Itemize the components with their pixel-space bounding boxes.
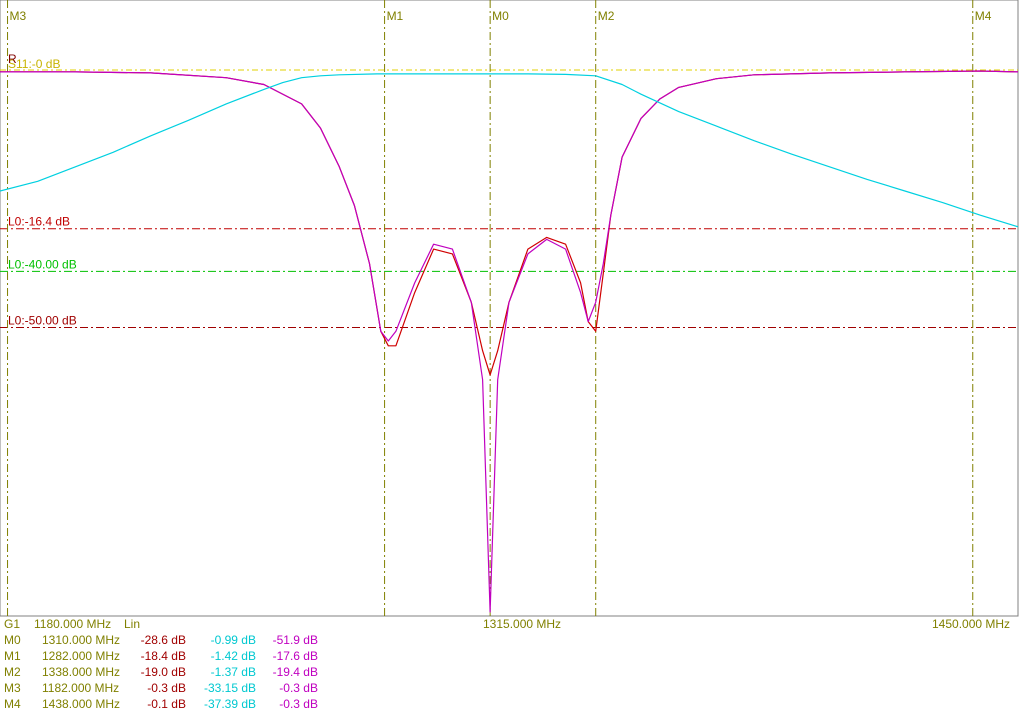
- x-start-label: 1180.000 MHz: [34, 617, 111, 631]
- marker-frequency: 1182.000 MHz: [42, 681, 120, 695]
- marker-value-s11: -18.4 dB: [140, 649, 186, 663]
- group-label: G1: [4, 617, 20, 631]
- marker-value-s21: -37.39 dB: [204, 697, 257, 711]
- limit-line-label: L0:-40.00 dB: [8, 257, 77, 271]
- marker-name: M1: [4, 649, 21, 663]
- marker-value-s11: -0.3 dB: [147, 681, 186, 695]
- plot-frame: [0, 0, 1019, 617]
- marker-value-s11: -0.1 dB: [147, 697, 186, 711]
- marker-label: M4: [975, 9, 992, 23]
- marker-value-s21: -1.37 dB: [210, 665, 256, 679]
- reference-marker: R: [8, 52, 17, 66]
- marker-label: M0: [492, 9, 509, 23]
- marker-value-s22: -0.3 dB: [279, 681, 318, 695]
- x-stop-label: 1450.000 MHz: [932, 617, 1010, 631]
- marker-name: M2: [4, 665, 21, 679]
- marker-value-s21: -1.42 dB: [210, 649, 256, 663]
- x-scale-label: Lin: [124, 617, 140, 631]
- marker-frequency: 1282.000 MHz: [42, 649, 121, 663]
- marker-value-s22: -17.6 dB: [272, 649, 318, 663]
- limit-line-label: L0:-50.00 dB: [8, 313, 77, 327]
- marker-label: M3: [10, 9, 27, 23]
- marker-name: M4: [4, 697, 21, 711]
- marker-name: M0: [4, 633, 21, 647]
- marker-value-s21: -0.99 dB: [210, 633, 256, 647]
- marker-label: M1: [387, 9, 404, 23]
- marker-label: M2: [598, 9, 615, 23]
- marker-value-s11: -19.0 dB: [140, 665, 186, 679]
- marker-frequency: 1310.000 MHz: [42, 633, 121, 647]
- marker-frequency: 1338.000 MHz: [42, 665, 121, 679]
- marker-value-s22: -0.3 dB: [279, 697, 318, 711]
- marker-frequency: 1438.000 MHz: [42, 697, 121, 711]
- marker-value-s11: -28.6 dB: [140, 633, 186, 647]
- marker-name: M3: [4, 681, 21, 695]
- marker-value-s21: -33.15 dB: [204, 681, 257, 695]
- marker-value-s22: -19.4 dB: [272, 665, 318, 679]
- limit-line-label: L0:-16.4 dB: [8, 215, 70, 229]
- x-center-label: 1315.000 MHz: [483, 617, 561, 631]
- marker-value-s22: -51.9 dB: [272, 633, 318, 647]
- sparam-plot: L0:-16.4 dBL0:-40.00 dBL0:-50.00 dB S11:…: [0, 0, 1019, 631]
